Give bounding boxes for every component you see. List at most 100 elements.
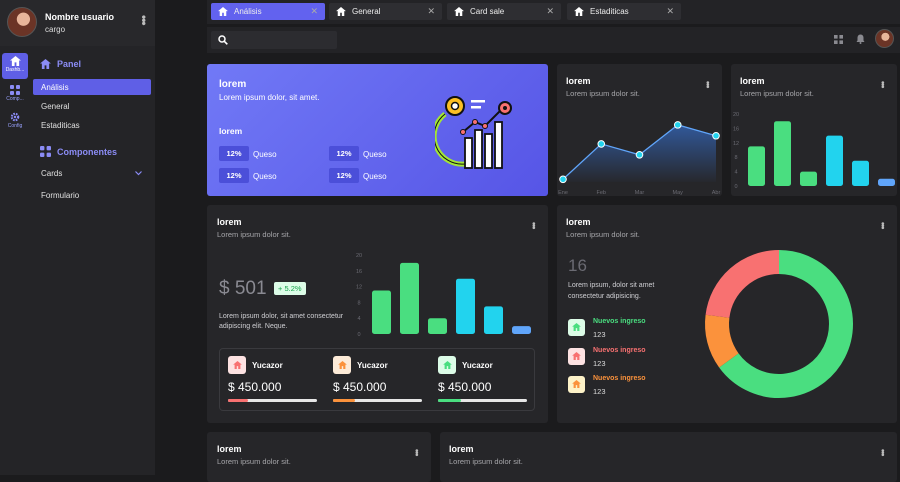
bar[interactable] <box>456 278 475 334</box>
rail-item-dashboard[interactable]: Dashb... <box>2 53 28 79</box>
x-tick-label: Mar <box>635 190 645 196</box>
hero-section-title: lorem <box>219 126 243 136</box>
analytics-illustration-icon <box>435 96 512 169</box>
home-icon <box>218 7 228 16</box>
apps-icon[interactable] <box>834 35 843 44</box>
sidebar-item-label: Cards <box>41 169 63 178</box>
bar[interactable] <box>512 326 531 334</box>
close-icon[interactable]: ✕ <box>310 6 318 17</box>
data-point[interactable] <box>673 121 682 129</box>
seller-progress <box>333 399 422 402</box>
legend-label: Nuevos ingreso <box>593 375 646 382</box>
stat-label: Queso <box>253 150 277 159</box>
home-icon <box>574 7 584 16</box>
tab-1[interactable]: Análisis ✕ <box>211 3 325 20</box>
sidebar-item-formulario[interactable]: Formulario <box>33 187 151 203</box>
legend-item: Nuevos ingreso 123 <box>568 375 678 399</box>
close-icon[interactable]: ✕ <box>666 6 674 17</box>
pie-slice[interactable] <box>705 314 739 368</box>
tab-2[interactable]: General ✕ <box>329 3 442 20</box>
rail-item-components[interactable]: Comp... <box>2 82 28 108</box>
bar[interactable] <box>878 178 895 186</box>
hero-subtitle: Lorem ipsum dolor, sit amet. <box>219 93 320 102</box>
line-chart: Ene Feb Mar May Abr <box>558 121 720 196</box>
data-point[interactable] <box>597 140 606 148</box>
data-point[interactable] <box>712 131 720 140</box>
bar[interactable] <box>748 146 765 186</box>
avatar[interactable] <box>7 7 37 37</box>
close-icon[interactable]: ✕ <box>427 6 435 17</box>
bell-icon[interactable] <box>856 34 865 44</box>
bar[interactable] <box>826 135 843 186</box>
card-menu-icon[interactable]: ••• <box>878 449 888 455</box>
sidebar-item-general[interactable]: General <box>33 98 151 114</box>
stat-pill: 12% <box>219 168 249 183</box>
card-menu-icon[interactable]: ••• <box>529 222 539 228</box>
card-title: lorem <box>449 444 474 454</box>
components-section-title[interactable]: Componentes <box>40 146 117 157</box>
pie-slice[interactable] <box>705 250 780 319</box>
sidebar-item-analisis[interactable]: Análisis <box>33 79 151 95</box>
card-title: lorem <box>566 76 591 86</box>
x-tick-label: Feb <box>597 190 606 196</box>
card-menu-icon[interactable]: ••• <box>878 81 888 87</box>
sidebar-item-estaditicas[interactable]: Estaditicas <box>33 117 151 133</box>
y-tick-label: 8 <box>734 155 737 161</box>
card-title: lorem <box>740 76 765 86</box>
card-menu-icon[interactable]: ••• <box>703 81 713 87</box>
bar-chart: 0 4 8 12 16 20 <box>356 253 531 337</box>
close-icon[interactable]: ✕ <box>546 6 554 17</box>
legend-value: 123 <box>593 387 606 396</box>
seller-item: Yucazor $ 450.000 <box>228 355 324 407</box>
x-tick-label: May <box>673 190 684 196</box>
rail-label: Config <box>7 123 23 129</box>
bar[interactable] <box>428 318 447 334</box>
sidebar <box>30 0 155 475</box>
legend-value: 123 <box>593 330 606 339</box>
panel-section-title[interactable]: Panel <box>40 59 81 69</box>
y-tick-label: 20 <box>733 112 739 118</box>
donut-chart <box>705 250 853 398</box>
donut-card: lorem Lorem ipsum dolor sit. ••• 16 Lore… <box>557 205 897 423</box>
stat-label: Queso <box>363 172 387 181</box>
rail-item-config[interactable]: Config <box>2 109 28 135</box>
stat-pill: 12% <box>329 146 359 161</box>
tab-4[interactable]: Estaditicas ✕ <box>567 3 681 20</box>
line-chart-card: lorem Lorem ipsum dolor sit. ••• Ene Feb M… <box>557 64 722 196</box>
seller-name: Yucazor <box>357 361 388 370</box>
seller-item: Yucazor $ 450.000 <box>333 355 429 407</box>
hero-card: lorem Lorem ipsum dolor, sit amet. lorem… <box>207 64 548 196</box>
card-menu-icon[interactable]: ••• <box>412 449 422 455</box>
store-icon <box>568 319 585 336</box>
y-tick-label: 4 <box>734 170 737 176</box>
bar[interactable] <box>484 306 503 334</box>
seller-progress <box>228 399 317 402</box>
bar[interactable] <box>800 171 817 186</box>
card-title: lorem <box>217 444 242 454</box>
donut-number: 16 <box>568 256 587 275</box>
y-tick-label: 12 <box>356 285 362 291</box>
y-tick-label: 20 <box>356 253 362 259</box>
sales-description: Lorem ipsum dolor, sit amet consectetur … <box>219 313 344 330</box>
grid-icon <box>10 85 20 95</box>
home-icon <box>454 7 464 16</box>
data-point[interactable] <box>635 151 644 159</box>
seller-amount: $ 450.000 <box>333 380 387 394</box>
data-point[interactable] <box>559 175 567 184</box>
bar[interactable] <box>774 121 791 186</box>
user-avatar[interactable] <box>875 29 894 48</box>
gear-icon <box>10 112 20 122</box>
bar[interactable] <box>372 290 391 334</box>
bar[interactable] <box>400 262 419 334</box>
tab-3[interactable]: Card sale ✕ <box>447 3 561 20</box>
search-input[interactable] <box>211 31 337 49</box>
sales-card: lorem Lorem ipsum dolor sit. ••• $ 501 +… <box>207 205 548 423</box>
bar[interactable] <box>852 160 869 186</box>
x-tick-label: Ene <box>558 190 568 196</box>
store-icon <box>568 348 585 365</box>
card-menu-icon[interactable]: ••• <box>878 222 888 228</box>
card-subtitle: Lorem ipsum dolor sit. <box>740 89 814 98</box>
search-icon[interactable] <box>218 35 228 45</box>
profile-menu-icon[interactable]: ••• <box>137 15 151 25</box>
sidebar-item-cards[interactable]: Cards <box>33 165 151 181</box>
